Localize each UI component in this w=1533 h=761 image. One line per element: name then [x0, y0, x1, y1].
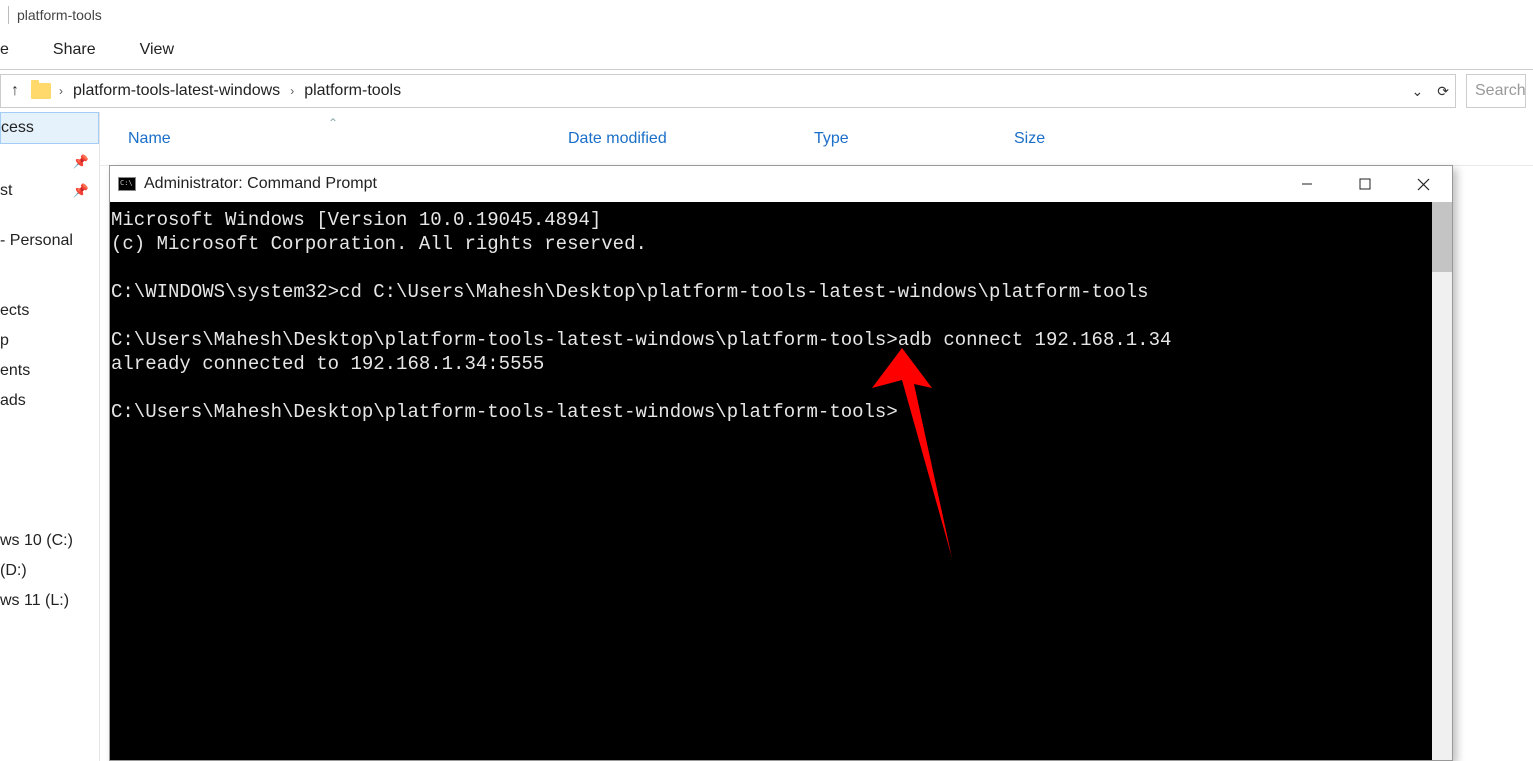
- ribbon-tabs: e Share View: [0, 30, 1533, 70]
- column-headers: Name ⌃ Date modified Type Size: [100, 112, 1533, 166]
- up-arrow-icon[interactable]: ↑: [7, 82, 23, 100]
- command-prompt-window: Administrator: Command Prompt Microsoft …: [109, 165, 1453, 761]
- column-date-modified[interactable]: Date modified: [568, 130, 814, 148]
- maximize-button[interactable]: [1336, 166, 1394, 202]
- minimize-icon: [1301, 178, 1313, 190]
- column-size[interactable]: Size: [1014, 130, 1144, 148]
- nav-item-pinned[interactable]: 📌: [0, 148, 99, 176]
- chevron-down-icon[interactable]: ⌄: [1412, 83, 1424, 100]
- explorer-title-bar: platform-tools: [0, 0, 1533, 30]
- column-name[interactable]: Name ⌃: [128, 130, 568, 148]
- cmd-window-title: Administrator: Command Prompt: [144, 175, 377, 193]
- folder-icon: [31, 83, 51, 99]
- nav-item-ects[interactable]: ects: [0, 296, 99, 326]
- nav-item-ents[interactable]: ents: [0, 356, 99, 386]
- ribbon-tab-view[interactable]: View: [140, 41, 174, 59]
- cmd-title-bar[interactable]: Administrator: Command Prompt: [110, 166, 1452, 202]
- cmd-icon: [118, 177, 136, 191]
- close-button[interactable]: [1394, 166, 1452, 202]
- title-separator: [8, 6, 9, 24]
- address-bar[interactable]: ↑ › platform-tools-latest-windows › plat…: [0, 74, 1456, 108]
- window-title: platform-tools: [17, 7, 102, 23]
- search-input[interactable]: Search: [1466, 74, 1526, 108]
- column-type[interactable]: Type: [814, 130, 1014, 148]
- ribbon-tab-share[interactable]: Share: [53, 41, 96, 59]
- nav-pane: cess 📌 st📌 - Personal ects p ents ads ws…: [0, 112, 100, 761]
- chevron-right-icon[interactable]: ›: [290, 84, 294, 98]
- close-icon: [1417, 178, 1430, 191]
- nav-item-p[interactable]: p: [0, 326, 99, 356]
- search-placeholder: Search: [1475, 82, 1526, 100]
- nav-item-drive-c[interactable]: ws 10 (C:): [0, 526, 99, 556]
- breadcrumb-parent[interactable]: platform-tools-latest-windows: [73, 82, 280, 100]
- cmd-output[interactable]: Microsoft Windows [Version 10.0.19045.48…: [110, 202, 1432, 760]
- nav-item-drive-l[interactable]: ws 11 (L:): [0, 586, 99, 616]
- pin-icon: 📌: [73, 183, 89, 199]
- maximize-icon: [1359, 178, 1371, 190]
- chevron-right-icon[interactable]: ›: [59, 84, 63, 98]
- breadcrumb-current[interactable]: platform-tools: [304, 82, 401, 100]
- nav-item-personal[interactable]: - Personal: [0, 226, 99, 256]
- nav-item-drive-d[interactable]: (D:): [0, 556, 99, 586]
- nav-item-ads[interactable]: ads: [0, 386, 99, 416]
- ribbon-tab-home[interactable]: e: [0, 41, 9, 59]
- nav-item-quick-access[interactable]: cess: [0, 112, 99, 144]
- cmd-scrollbar[interactable]: [1432, 202, 1452, 760]
- minimize-button[interactable]: [1278, 166, 1336, 202]
- refresh-icon[interactable]: ⟳: [1437, 83, 1449, 100]
- sort-indicator-icon: ⌃: [328, 116, 338, 130]
- address-row: ↑ › platform-tools-latest-windows › plat…: [0, 70, 1533, 112]
- nav-item-st[interactable]: st📌: [0, 176, 99, 206]
- scrollbar-thumb[interactable]: [1432, 202, 1452, 272]
- pin-icon: 📌: [73, 154, 89, 170]
